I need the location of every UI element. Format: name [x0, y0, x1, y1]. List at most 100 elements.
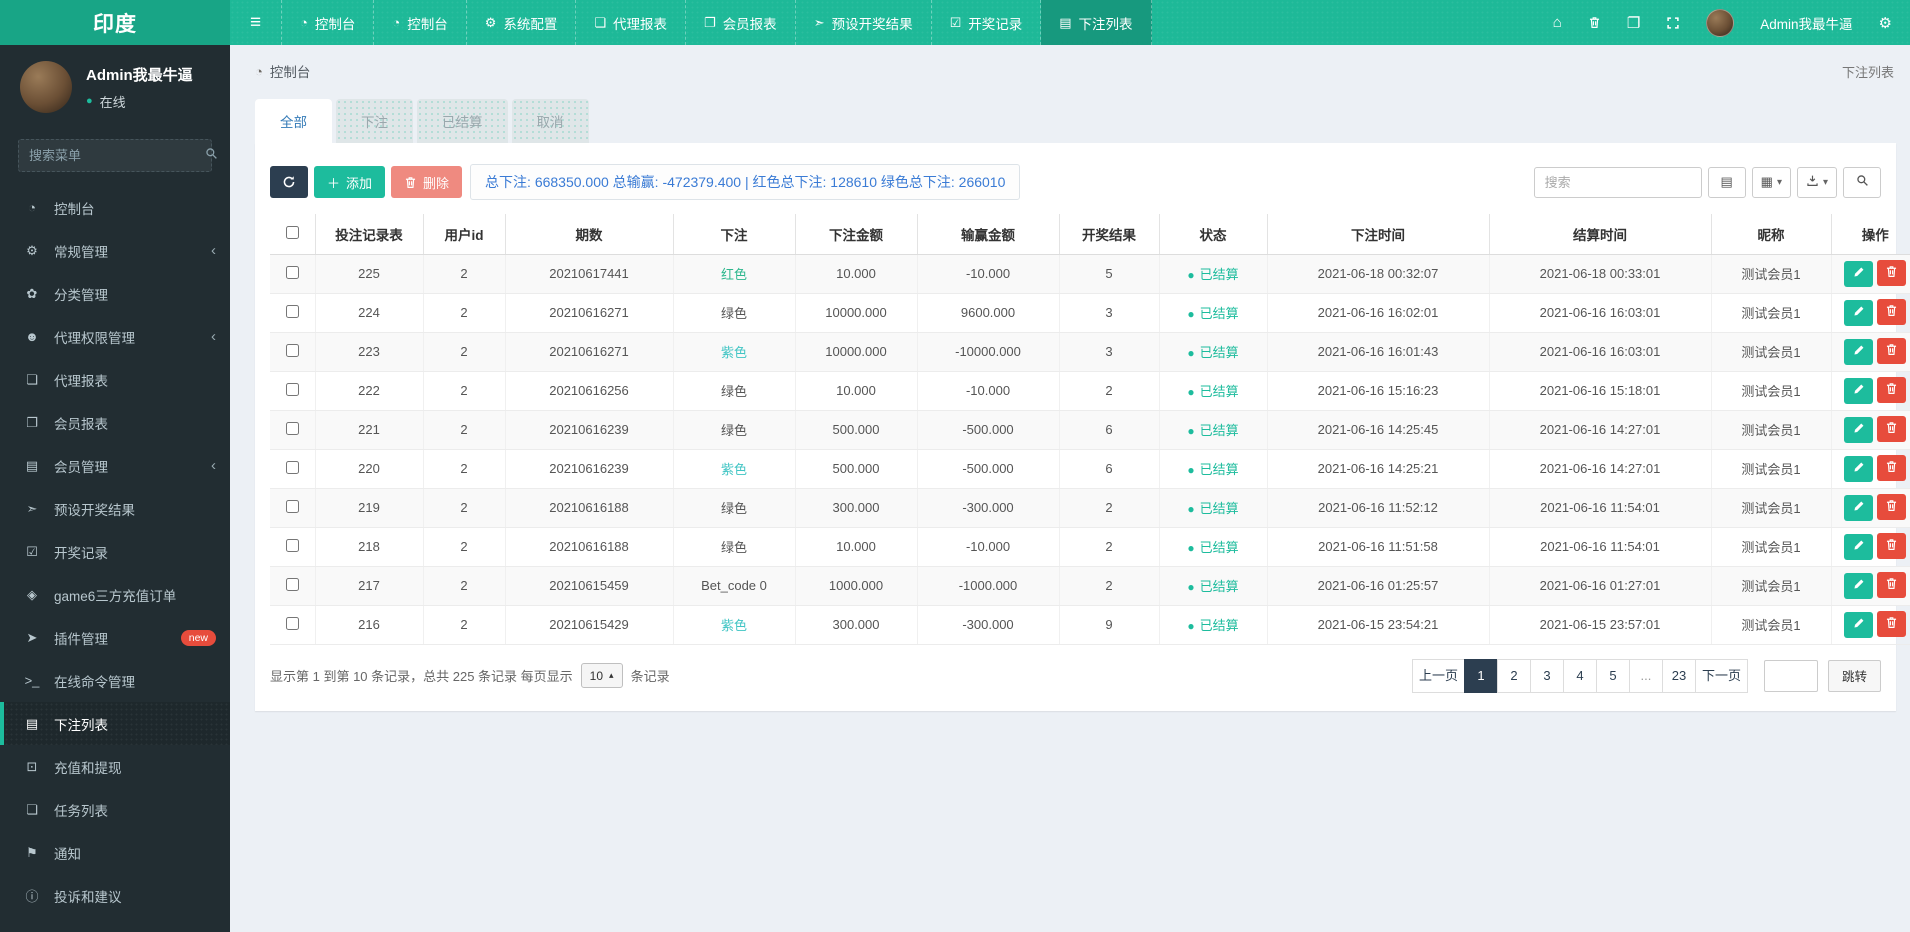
edit-row-button[interactable]: [1844, 533, 1874, 560]
sidebar-item-plugin-mgmt[interactable]: ➤ 插件管理 new: [0, 616, 230, 659]
trash-icon[interactable]: [1588, 16, 1601, 29]
pagination-page-5[interactable]: 5: [1595, 658, 1630, 693]
edit-row-button[interactable]: [1844, 455, 1874, 482]
tab-全部[interactable]: 全部: [255, 99, 332, 143]
breadcrumb[interactable]: ◔ 控制台: [255, 61, 310, 81]
settings-gears-icon[interactable]: ⚙: [1879, 14, 1892, 32]
clear-cache-icon[interactable]: ❐: [1627, 14, 1640, 32]
refresh-button[interactable]: [270, 166, 308, 198]
column-header[interactable]: 操作: [1831, 214, 1910, 255]
tab-已结算[interactable]: 已结算: [417, 99, 508, 143]
bet-value[interactable]: 紫色: [673, 449, 796, 489]
detail-view-button[interactable]: ▤: [1707, 166, 1746, 198]
pagination-ellipsis[interactable]: ...: [1628, 658, 1663, 693]
sidebar-item-online-command[interactable]: >_ 在线命令管理: [0, 659, 230, 702]
row-checkbox[interactable]: [285, 304, 299, 318]
sidebar-item-complaints[interactable]: ⓘ 投诉和建议: [0, 874, 230, 917]
edit-row-button[interactable]: [1844, 572, 1874, 599]
column-header[interactable]: 期数: [505, 214, 674, 255]
navbar-username[interactable]: Admin我最牛逼: [1760, 13, 1852, 33]
row-checkbox[interactable]: [285, 499, 299, 513]
delete-row-button[interactable]: [1877, 338, 1907, 365]
pagination-page-2[interactable]: 2: [1496, 658, 1531, 693]
pagination-page-4[interactable]: 4: [1562, 658, 1597, 693]
row-checkbox[interactable]: [285, 421, 299, 435]
delete-row-button[interactable]: [1877, 533, 1907, 560]
delete-row-button[interactable]: [1877, 494, 1907, 521]
sidebar-item-agent-perm-mgmt[interactable]: ☻ 代理权限管理 ‹: [0, 315, 230, 358]
edit-row-button[interactable]: [1844, 260, 1874, 287]
pagination-next[interactable]: 下一页: [1694, 658, 1748, 693]
select-all-checkbox[interactable]: [285, 225, 299, 239]
column-header[interactable]: 下注金额: [795, 214, 918, 255]
row-checkbox[interactable]: [285, 577, 299, 591]
tab-取消[interactable]: 取消: [511, 99, 589, 143]
pagination-page-1[interactable]: 1: [1463, 658, 1498, 693]
columns-button[interactable]: ▦ ▾: [1751, 166, 1791, 198]
edit-row-button[interactable]: [1844, 299, 1874, 326]
delete-row-button[interactable]: [1877, 260, 1907, 287]
sidebar-search-input[interactable]: [29, 148, 205, 163]
export-button[interactable]: ▾: [1796, 166, 1837, 198]
nav-item-system-config[interactable]: ⚙ 系统配置: [467, 0, 577, 45]
nav-item-dashboard-2[interactable]: ◔ 控制台: [374, 0, 467, 45]
pagination-page-23[interactable]: 23: [1661, 658, 1696, 693]
sidebar-item-member-mgmt[interactable]: ▤ 会员管理 ‹: [0, 444, 230, 487]
pagination-page-3[interactable]: 3: [1529, 658, 1564, 693]
sidebar-item-general-mgmt[interactable]: ⚙ 常规管理 ‹: [0, 229, 230, 272]
sidebar-item-category-mgmt[interactable]: ✿ 分类管理: [0, 272, 230, 315]
row-checkbox[interactable]: [285, 616, 299, 630]
sidebar-avatar[interactable]: [20, 61, 72, 113]
sidebar-toggle-button[interactable]: ≡: [230, 0, 282, 45]
row-checkbox[interactable]: [285, 460, 299, 474]
delete-row-button[interactable]: [1877, 377, 1907, 404]
search-icon[interactable]: [205, 147, 218, 165]
search-button[interactable]: [1843, 166, 1881, 198]
delete-row-button[interactable]: [1877, 455, 1907, 482]
bet-value[interactable]: 紫色: [673, 605, 796, 645]
sidebar-item-dashboard[interactable]: ◔ 控制台: [0, 186, 230, 229]
add-button[interactable]: ＋ 添加: [314, 166, 386, 198]
edit-row-button[interactable]: [1844, 416, 1874, 443]
nav-item-dashboard-1[interactable]: ◔ 控制台: [282, 0, 375, 45]
row-checkbox[interactable]: [285, 265, 299, 279]
column-header[interactable]: 开奖结果: [1059, 214, 1160, 255]
jump-page-input[interactable]: [1763, 659, 1818, 692]
row-checkbox[interactable]: [285, 343, 299, 357]
per-page-select[interactable]: 10 ▴: [580, 663, 623, 688]
column-header[interactable]: 昵称: [1711, 214, 1832, 255]
sidebar-item-notice[interactable]: ⚑ 通知: [0, 831, 230, 874]
column-header[interactable]: 投注记录表: [315, 214, 424, 255]
column-header[interactable]: 下注: [673, 214, 796, 255]
edit-row-button[interactable]: [1844, 377, 1874, 404]
delete-row-button[interactable]: [1877, 572, 1907, 599]
edit-row-button[interactable]: [1844, 611, 1874, 638]
sidebar-item-agent-report[interactable]: ❏ 代理报表: [0, 358, 230, 401]
delete-row-button[interactable]: [1877, 611, 1907, 638]
pagination-prev[interactable]: 上一页: [1411, 658, 1465, 693]
nav-item-agent-report[interactable]: ❏ 代理报表: [576, 0, 687, 45]
bet-value[interactable]: 紫色: [673, 332, 796, 372]
sidebar-item-draw-record[interactable]: ☑ 开奖记录: [0, 530, 230, 573]
jump-button[interactable]: 跳转: [1827, 659, 1881, 692]
fullscreen-icon[interactable]: [1666, 16, 1680, 30]
sidebar-item-member-report[interactable]: ❐ 会员报表: [0, 401, 230, 444]
column-header[interactable]: 结算时间: [1489, 214, 1712, 255]
sidebar-item-recharge-withdraw[interactable]: ⊡ 充值和提现: [0, 745, 230, 788]
delete-row-button[interactable]: [1877, 299, 1907, 326]
nav-item-member-report[interactable]: ❐ 会员报表: [686, 0, 796, 45]
row-checkbox[interactable]: [285, 382, 299, 396]
sidebar-item-preset-result[interactable]: ➣ 预设开奖结果: [0, 487, 230, 530]
nav-item-preset-result[interactable]: ➣ 预设开奖结果: [796, 0, 932, 45]
sidebar-item-bet-list[interactable]: ▤ 下注列表: [0, 702, 230, 745]
row-checkbox[interactable]: [285, 538, 299, 552]
column-header[interactable]: 状态: [1159, 214, 1268, 255]
home-icon[interactable]: ⌂: [1553, 14, 1562, 31]
column-header[interactable]: 用户id: [423, 214, 506, 255]
delete-row-button[interactable]: [1877, 416, 1907, 443]
bet-value[interactable]: 红色: [673, 254, 796, 294]
tab-下注[interactable]: 下注: [336, 99, 413, 143]
column-header[interactable]: 下注时间: [1267, 214, 1490, 255]
delete-button[interactable]: 删除: [391, 166, 463, 198]
sidebar-item-game6-orders[interactable]: ◈ game6三方充值订单: [0, 573, 230, 616]
